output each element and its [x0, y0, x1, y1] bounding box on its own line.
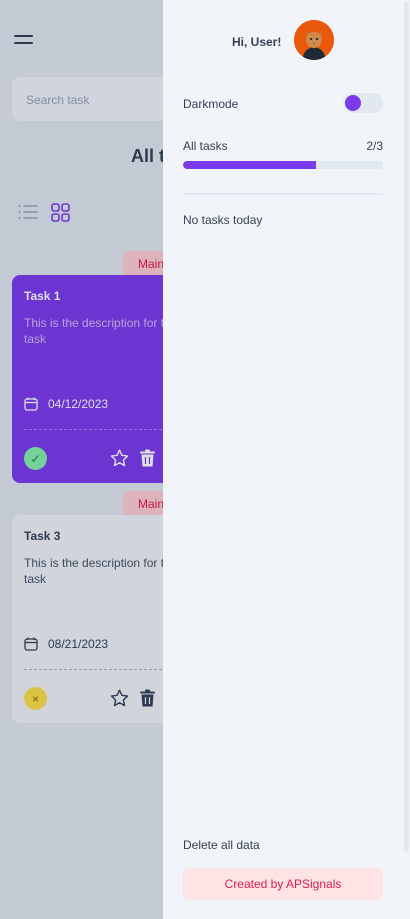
darkmode-toggle[interactable] [343, 93, 383, 113]
progress-count: 2/3 [366, 139, 383, 153]
credit-link[interactable]: Created by APSignals [183, 868, 383, 900]
delete-all-button[interactable]: Delete all data [183, 838, 260, 852]
progress-bar [183, 161, 383, 169]
greeting: Hi, User! [232, 35, 282, 49]
toggle-knob [345, 95, 361, 111]
divider [183, 193, 383, 195]
user-drawer: Hi, User! Darkmode All tasks 2/3 No task… [163, 0, 410, 919]
progress-fill [183, 161, 317, 169]
empty-today-message: No tasks today [183, 213, 263, 227]
progress-label: All tasks [183, 139, 228, 153]
scrollbar[interactable] [402, 0, 410, 919]
avatar-cat [294, 20, 334, 60]
darkmode-label: Darkmode [183, 97, 239, 111]
avatar[interactable] [294, 20, 334, 60]
scroll-thumb[interactable] [404, 2, 409, 852]
